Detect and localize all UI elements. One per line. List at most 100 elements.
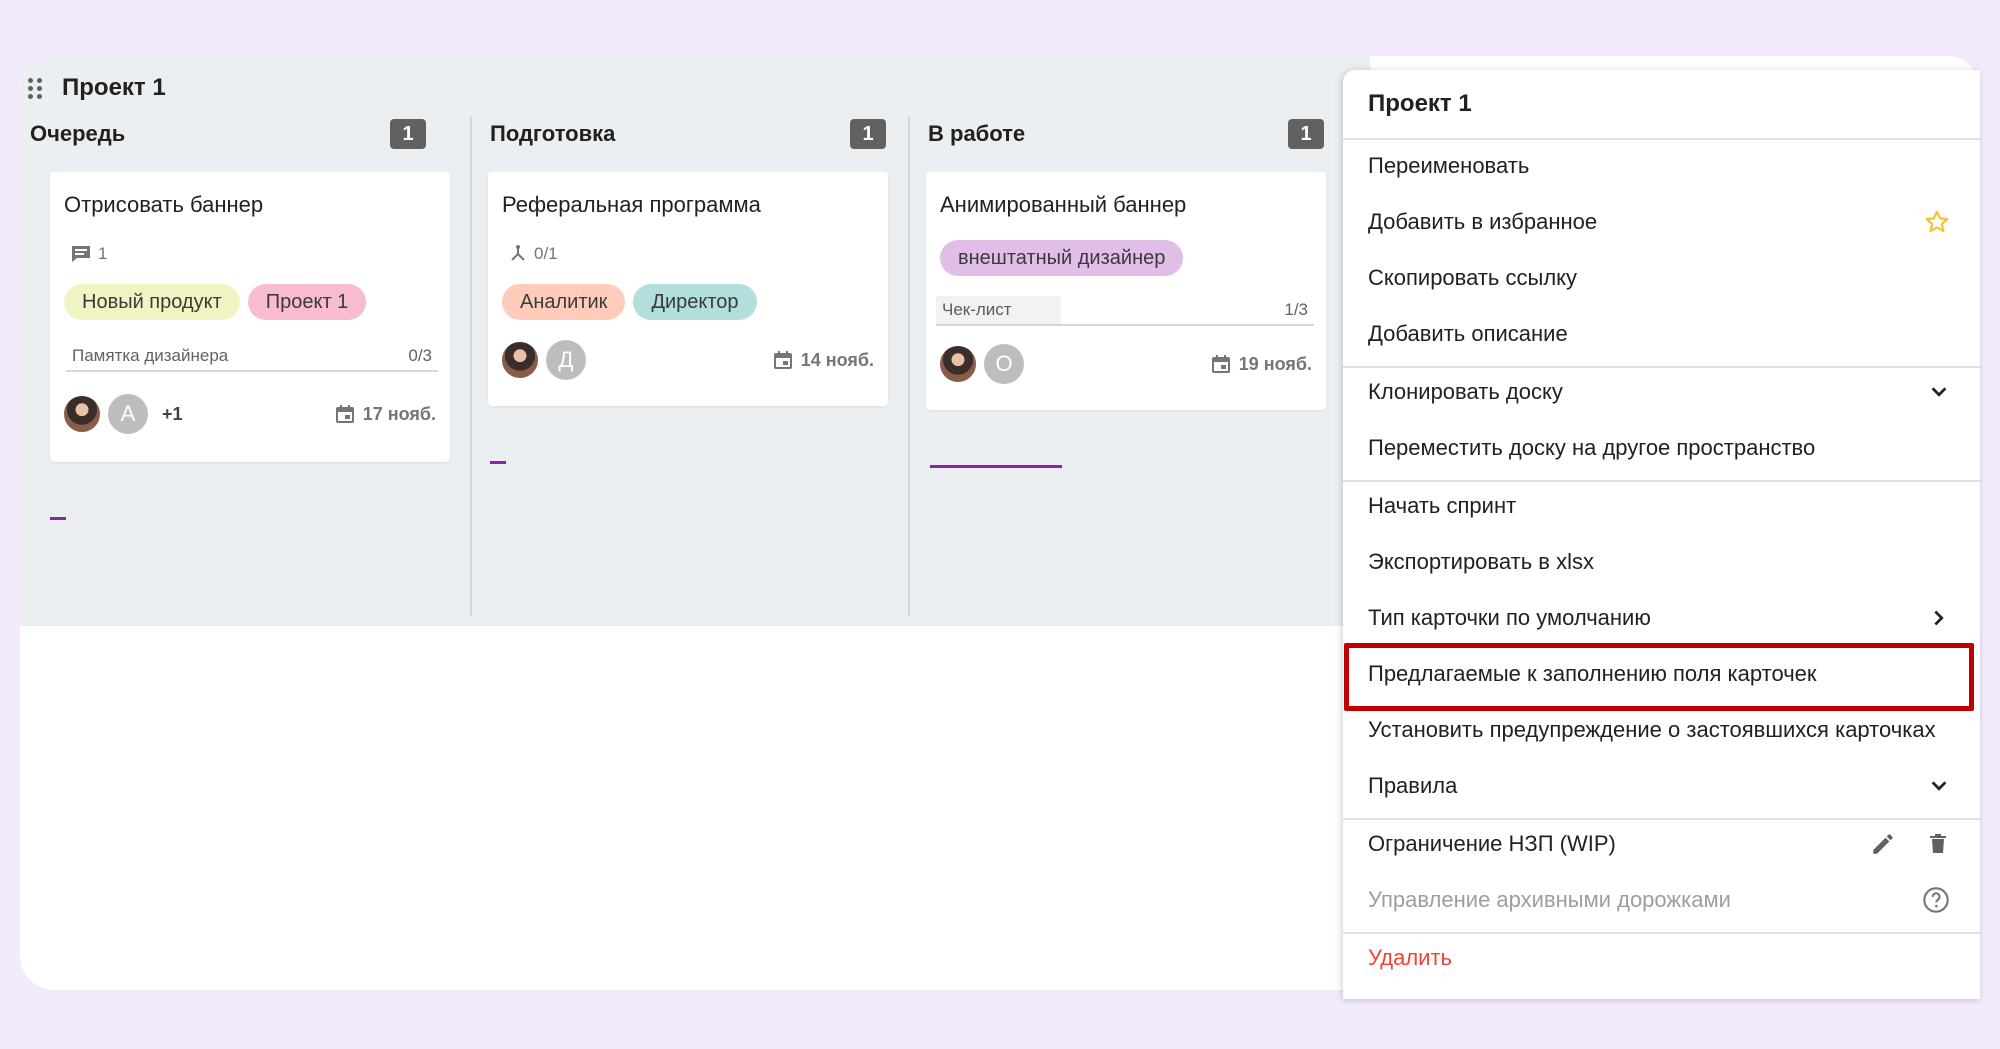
menu-default-card-type[interactable]: Тип карточки по умолчанию bbox=[1368, 598, 1950, 638]
board-header: Проект 1 bbox=[28, 70, 166, 106]
column-header: В работе 1 bbox=[928, 116, 1324, 152]
menu-label: Удалить bbox=[1368, 945, 1452, 970]
subtasks-icon bbox=[511, 245, 525, 261]
due-date-text: 19 нояб. bbox=[1238, 353, 1312, 374]
menu-copy-link[interactable]: Скопировать ссылку bbox=[1368, 258, 1950, 298]
column-divider bbox=[908, 116, 910, 616]
checklist-value: 0/3 bbox=[408, 346, 432, 365]
kanban-board: Проект 1 Очередь 1 Отрисовать баннер 1 Н… bbox=[20, 56, 1370, 626]
due-date-text: 14 нояб. bbox=[800, 349, 874, 370]
trash-icon[interactable] bbox=[1926, 831, 1950, 857]
edit-icon[interactable] bbox=[1870, 831, 1896, 857]
subtasks-count: 0/1 bbox=[534, 244, 558, 263]
column-header: Подготовка 1 bbox=[490, 116, 886, 152]
menu-divider bbox=[1343, 818, 1980, 820]
chevron-right-icon bbox=[1934, 610, 1944, 626]
menu-title: Проект 1 bbox=[1368, 90, 1472, 117]
checklist-label: Памятка дизайнера bbox=[72, 346, 229, 365]
task-card[interactable]: Реферальная программа 0/1 Аналитик Дирек… bbox=[488, 172, 888, 406]
card-footer: О 19 нояб. bbox=[938, 344, 1312, 384]
card-checklist[interactable]: Памятка дизайнера 0/3 bbox=[66, 342, 438, 372]
menu-wip-limit[interactable]: Ограничение НЗП (WIP) bbox=[1368, 824, 1950, 864]
column-in-progress: В работе 1 Анимированный баннер внештатн… bbox=[918, 116, 1336, 616]
menu-rename[interactable]: Переименовать bbox=[1368, 146, 1950, 186]
card-progress-bar bbox=[50, 517, 66, 520]
avatar[interactable]: А bbox=[108, 394, 148, 434]
column-divider bbox=[470, 116, 472, 616]
menu-label: Начать спринт bbox=[1368, 493, 1517, 518]
menu-rules[interactable]: Правила bbox=[1368, 766, 1950, 806]
column-preparation: Подготовка 1 Реферальная программа 0/1 А… bbox=[480, 116, 898, 616]
due-date: 17 нояб. bbox=[335, 404, 436, 425]
menu-label: Переименовать bbox=[1368, 153, 1530, 178]
menu-add-description[interactable]: Добавить описание bbox=[1368, 314, 1950, 354]
avatar[interactable]: Д bbox=[546, 340, 586, 380]
card-tags: Новый продукт Проект 1 bbox=[64, 284, 367, 320]
more-assignees[interactable]: +1 bbox=[162, 404, 183, 425]
help-icon[interactable] bbox=[1922, 886, 1950, 914]
tag-new-product[interactable]: Новый продукт bbox=[64, 284, 240, 320]
avatar[interactable]: О bbox=[984, 344, 1024, 384]
task-card[interactable]: Анимированный баннер внештатный дизайнер… bbox=[926, 172, 1326, 410]
menu-label: Ограничение НЗП (WIP) bbox=[1368, 831, 1616, 856]
checklist-value: 1/3 bbox=[1284, 300, 1308, 319]
board-title: Проект 1 bbox=[62, 74, 166, 101]
tag-project[interactable]: Проект 1 bbox=[247, 284, 367, 320]
task-card[interactable]: Отрисовать баннер 1 Новый продукт Проект… bbox=[50, 172, 450, 462]
menu-start-sprint[interactable]: Начать спринт bbox=[1368, 486, 1950, 526]
chevron-down-icon bbox=[1931, 781, 1947, 791]
menu-archive-lanes: Управление архивными дорожками bbox=[1368, 880, 1950, 920]
checklist-progress-fill bbox=[936, 296, 1061, 324]
comment-icon bbox=[72, 246, 90, 262]
menu-move-board[interactable]: Переместить доску на другое пространство bbox=[1368, 428, 1950, 468]
avatar[interactable] bbox=[938, 344, 978, 384]
card-title: Отрисовать баннер bbox=[64, 192, 264, 217]
menu-stale-cards-warning[interactable]: Установить предупреждение о застоявшихся… bbox=[1368, 710, 1950, 750]
menu-label: Экспортировать в xlsx bbox=[1368, 549, 1594, 574]
menu-label: Установить предупреждение о застоявшихся… bbox=[1368, 717, 1936, 742]
tag-freelance-designer[interactable]: внештатный дизайнер bbox=[940, 240, 1184, 276]
highlight-frame bbox=[1344, 643, 1974, 711]
menu-divider bbox=[1343, 932, 1980, 934]
due-date: 19 нояб. bbox=[1211, 354, 1312, 375]
menu-delete-board[interactable]: Удалить bbox=[1368, 938, 1950, 978]
menu-label: Добавить описание bbox=[1368, 321, 1568, 346]
menu-label: Добавить в избранное bbox=[1368, 209, 1598, 234]
card-comments: 1 bbox=[70, 244, 107, 264]
menu-label: Управление архивными дорожками bbox=[1368, 887, 1731, 912]
card-title: Анимированный баннер bbox=[940, 192, 1187, 217]
calendar-icon bbox=[335, 405, 354, 423]
card-progress-bar bbox=[490, 461, 506, 464]
card-footer: Д 14 нояб. bbox=[500, 340, 874, 380]
menu-export-xlsx[interactable]: Экспортировать в xlsx bbox=[1368, 542, 1950, 582]
menu-divider bbox=[1343, 366, 1980, 368]
column-title: Очередь bbox=[30, 121, 126, 146]
card-subtasks: 0/1 bbox=[508, 244, 558, 264]
drag-handle-icon[interactable] bbox=[28, 77, 44, 99]
menu-label: Клонировать доску bbox=[1368, 379, 1563, 404]
menu-clone-board[interactable]: Клонировать доску bbox=[1368, 372, 1950, 412]
menu-add-favorite[interactable]: Добавить в избранное bbox=[1368, 202, 1950, 242]
avatar[interactable] bbox=[500, 340, 540, 380]
calendar-icon bbox=[773, 351, 792, 369]
due-date: 14 нояб. bbox=[773, 350, 874, 371]
column-header: Очередь 1 bbox=[30, 116, 426, 152]
column-count-badge: 1 bbox=[850, 119, 886, 149]
star-icon[interactable] bbox=[1924, 209, 1950, 235]
column-queue: Очередь 1 Отрисовать баннер 1 Новый прод… bbox=[20, 116, 450, 616]
tag-director[interactable]: Директор bbox=[633, 284, 757, 320]
menu-label: Скопировать ссылку bbox=[1368, 265, 1578, 290]
card-checklist[interactable]: Чек-лист 1/3 bbox=[936, 296, 1314, 326]
card-tags: Аналитик Директор bbox=[502, 284, 757, 320]
calendar-icon bbox=[1211, 355, 1230, 373]
due-date-text: 17 нояб. bbox=[362, 403, 436, 424]
avatar[interactable] bbox=[62, 394, 102, 434]
column-title: В работе bbox=[928, 121, 1026, 146]
menu-divider bbox=[1343, 480, 1980, 482]
card-footer: А +1 17 нояб. bbox=[62, 394, 436, 434]
column-count-badge: 1 bbox=[390, 119, 426, 149]
card-title: Реферальная программа bbox=[502, 192, 761, 217]
menu-label: Правила bbox=[1368, 773, 1458, 798]
card-progress-bar bbox=[930, 465, 1062, 468]
tag-analyst[interactable]: Аналитик bbox=[502, 284, 626, 320]
